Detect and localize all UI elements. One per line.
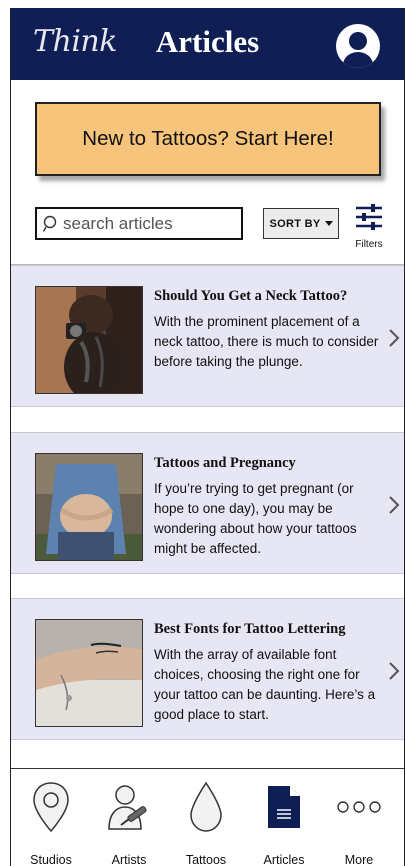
search-input[interactable]	[63, 213, 233, 234]
nav-label: Artists	[111, 853, 147, 866]
article-title: Best Fonts for Tattoo Lettering	[154, 621, 346, 637]
nav-item-more[interactable]: More	[324, 777, 394, 866]
sort-by-dropdown[interactable]: SORT BY	[263, 208, 339, 239]
sliders-icon	[356, 204, 382, 230]
chevron-right-icon[interactable]	[388, 661, 400, 681]
search-box[interactable]	[35, 207, 243, 240]
nav-item-studios[interactable]: Studios	[16, 777, 86, 866]
article-excerpt: With the prominent placement of a neck t…	[154, 314, 379, 369]
nav-item-tattoos[interactable]: Tattoos	[171, 777, 241, 866]
map-pin-icon	[33, 782, 69, 833]
article-excerpt: With the array of available font choices…	[154, 647, 376, 722]
article-title: Tattoos and Pregnancy	[154, 455, 296, 471]
bottom-nav: Studios Artists Tattoos Articles More	[11, 768, 404, 866]
nav-item-artists[interactable]: Artists	[94, 777, 164, 866]
nav-label: More	[344, 853, 374, 866]
article-thumbnail	[35, 619, 143, 727]
user-avatar-icon[interactable]	[336, 24, 380, 68]
article-card[interactable]: Should You Get a Neck Tattoo? With the p…	[11, 265, 404, 407]
search-icon	[43, 215, 57, 232]
sort-by-label: SORT BY	[269, 217, 321, 230]
app-header: Think Articles	[11, 8, 404, 80]
nav-label: Studios	[30, 853, 72, 866]
more-dots-icon	[337, 801, 381, 813]
article-excerpt: If you’re trying to get pregnant (or hop…	[154, 481, 357, 556]
article-thumbnail	[35, 453, 143, 561]
start-here-button[interactable]: New to Tattoos? Start Here!	[35, 102, 381, 176]
caret-down-icon	[324, 221, 333, 226]
filters-button[interactable]: Filters	[349, 202, 389, 252]
chevron-right-icon[interactable]	[388, 328, 400, 348]
nav-label: Articles	[263, 853, 305, 866]
article-thumbnail	[35, 286, 143, 394]
article-card[interactable]: Best Fonts for Tattoo Lettering With the…	[11, 598, 404, 740]
nav-label: Tattoos	[185, 853, 227, 866]
article-card[interactable]: Tattoos and Pregnancy If you’re trying t…	[11, 432, 404, 574]
filters-label: Filters	[355, 239, 383, 250]
article-title: Should You Get a Neck Tattoo?	[154, 288, 348, 304]
ink-drop-icon	[190, 781, 222, 832]
artist-icon	[108, 785, 147, 830]
app-screen: Think Articles New to Tattoos? Start Her…	[10, 8, 405, 866]
nav-item-articles[interactable]: Articles	[249, 777, 319, 866]
chevron-right-icon[interactable]	[388, 495, 400, 515]
document-icon	[268, 786, 300, 828]
